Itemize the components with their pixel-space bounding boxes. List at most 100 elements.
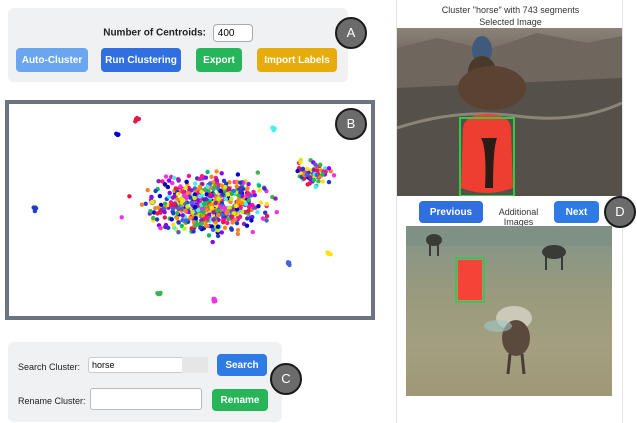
rename-button[interactable]: Rename [212,389,268,411]
run-clustering-button[interactable]: Run Clustering [101,48,181,72]
scatter-point[interactable] [221,178,227,183]
scatter-point[interactable] [153,188,158,194]
scatter-point[interactable] [205,223,210,229]
scatter-point[interactable] [170,206,176,211]
search-button[interactable]: Search [217,354,267,376]
scatter-point[interactable] [326,179,332,185]
scatter-point[interactable] [229,226,234,231]
scatter-point[interactable] [245,216,250,221]
scatter-point[interactable] [205,216,210,221]
scatter-point[interactable] [264,201,270,207]
scatter-point[interactable] [233,217,238,222]
scatter-point[interactable] [207,181,213,186]
scatter-point[interactable] [235,227,241,233]
scatter-point[interactable] [208,192,213,197]
scatter-point[interactable] [193,181,198,186]
scatter-point[interactable] [182,226,187,231]
scatter-point[interactable] [220,212,225,217]
scatter-point[interactable] [211,210,216,215]
scatter-point[interactable] [250,202,255,208]
scatter-point[interactable] [172,201,178,206]
scatter-point[interactable] [262,186,267,191]
scatter-point[interactable] [149,194,154,200]
scatter-point[interactable] [316,179,321,184]
scatter-point[interactable] [116,132,121,137]
scatter-point[interactable] [155,211,160,216]
scatter-point[interactable] [311,167,316,173]
scatter-point[interactable] [320,172,325,177]
scatter-point[interactable] [139,202,145,207]
scatter-point[interactable] [255,210,260,215]
scatter-point[interactable] [249,218,254,223]
scatter-point[interactable] [176,220,181,225]
scatter-point[interactable] [235,172,241,177]
scatter-point[interactable] [175,192,181,197]
centroids-input[interactable] [212,24,253,42]
scatter-point[interactable] [189,226,194,231]
scatter-point[interactable] [171,222,176,227]
scatter-point[interactable] [298,160,303,165]
scatter-point[interactable] [162,215,167,220]
additional-image[interactable] [406,226,612,396]
scatter-point[interactable] [174,215,180,220]
scatter-point[interactable] [167,190,172,196]
scatter-point[interactable] [206,233,212,238]
scatter-point[interactable] [172,175,177,181]
scatter-point[interactable] [234,203,239,209]
search-cluster-input[interactable] [88,357,208,373]
scatter-point[interactable] [218,205,223,210]
scatter-point[interactable] [219,171,224,176]
scatter-point[interactable] [226,216,231,222]
scatter-point[interactable] [223,196,228,202]
scatter-point[interactable] [304,172,309,177]
scatter-point[interactable] [222,225,228,230]
scatter-point[interactable] [318,162,323,167]
scatter-point[interactable] [225,220,230,226]
scatter-point[interactable] [188,216,193,221]
scatter-point[interactable] [256,204,261,209]
scatter-point[interactable] [238,190,243,195]
scatter-point[interactable] [184,179,189,184]
scatter-point[interactable] [326,250,331,256]
scatter-point[interactable] [197,176,202,182]
scatter-point[interactable] [244,187,249,192]
scatter-point[interactable] [192,205,198,210]
scatter-point[interactable] [246,197,252,203]
scatter-point[interactable] [171,211,176,216]
scatter-point[interactable] [166,194,172,199]
scatter-point[interactable] [295,168,300,174]
scatter-point[interactable] [219,230,224,235]
scatter-point[interactable] [178,184,183,189]
auto-cluster-button[interactable]: Auto-Cluster [16,48,88,72]
scatter-point[interactable] [258,200,263,205]
scatter-point[interactable] [197,194,202,199]
scatter-point[interactable] [286,260,292,265]
scatter-point[interactable] [239,200,244,206]
scatter-point[interactable] [176,230,181,235]
previous-button[interactable]: Previous [419,201,483,223]
scatter-point[interactable] [202,197,207,202]
scatter-point[interactable] [190,209,195,215]
scatter-point[interactable] [203,175,209,180]
scatter-point[interactable] [205,169,210,175]
scatter-point[interactable] [307,181,312,186]
scatter-point[interactable] [119,215,124,220]
scatter-point[interactable] [214,177,219,183]
scatter-point[interactable] [224,211,229,216]
scatter-point[interactable] [221,220,226,225]
scatter-point[interactable] [163,174,169,179]
scatter-point[interactable] [180,189,185,194]
import-labels-button[interactable]: Import Labels [257,48,337,72]
scatter-point[interactable] [218,188,223,194]
scatter-point[interactable] [186,173,192,179]
selected-image[interactable] [397,28,622,196]
scatter-point[interactable] [157,193,163,199]
scatter-point[interactable] [238,180,243,185]
scatter-point[interactable] [185,191,190,196]
scatter-point[interactable] [216,196,221,201]
scatter-point[interactable] [219,183,225,188]
scatter-point[interactable] [320,179,325,184]
scatter-point[interactable] [199,189,204,194]
scatter-point[interactable] [264,218,269,223]
scatter-point[interactable] [215,224,221,229]
